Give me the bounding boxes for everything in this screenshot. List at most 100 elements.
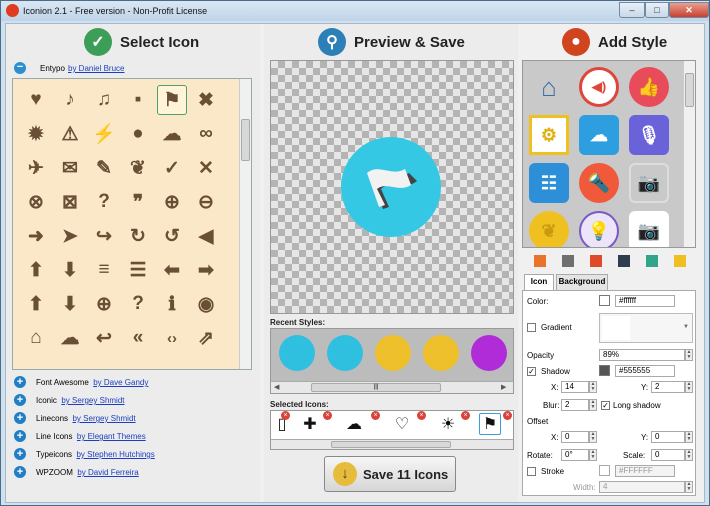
gradient-dropdown[interactable]: ▼ xyxy=(599,313,693,343)
icon-grid-scrollbar[interactable] xyxy=(239,79,251,369)
selected-cloud-icon[interactable]: ☁ xyxy=(343,413,365,435)
library-author-link[interactable]: by Elegant Themes xyxy=(77,432,146,441)
long-shadow-checkbox[interactable]: ✓ xyxy=(601,401,610,410)
expand-icon[interactable]: + xyxy=(14,466,26,478)
color-swatch[interactable] xyxy=(599,295,610,306)
recent-style-yellow-rss[interactable] xyxy=(375,335,411,371)
shadow-color-input[interactable]: #555555 xyxy=(615,365,675,377)
cloud-thunder-icon[interactable]: ☁ xyxy=(157,119,187,149)
navigate-icon[interactable]: ➤ xyxy=(55,221,85,251)
swatch-yellow[interactable] xyxy=(674,255,686,267)
add-user-icon[interactable]: ⊕ xyxy=(89,289,119,319)
library-author-link[interactable]: by Sergey Shmidt xyxy=(72,414,135,423)
selected-heart-icon[interactable]: ♡ xyxy=(391,413,413,435)
save-icons-button[interactable]: ↓ Save 11 Icons xyxy=(324,456,456,492)
cross-icon[interactable]: ✕ xyxy=(191,153,221,183)
grid-icon[interactable]: ▪ xyxy=(123,85,153,115)
arrow-right-icon[interactable]: ➡ xyxy=(191,255,221,285)
reply-icon[interactable]: ↩ xyxy=(89,323,119,353)
voicemail-icon[interactable]: ∞ xyxy=(191,119,221,149)
upload-cloud-icon[interactable]: ☁ xyxy=(55,323,85,353)
circled-plus-icon[interactable]: ⊕ xyxy=(157,187,187,217)
offset-x-spinner[interactable]: ▲ ▼ xyxy=(589,431,597,443)
scrollbar-thumb[interactable] xyxy=(331,441,451,448)
style-leaf[interactable]: ❦ xyxy=(529,211,569,247)
scrollbar-thumb[interactable] xyxy=(685,73,694,107)
scroll-right-arrow[interactable]: ▶ xyxy=(501,383,506,391)
style-camera-outline[interactable]: 📷 xyxy=(629,163,669,203)
eye-icon[interactable]: ◉ xyxy=(191,289,221,319)
recent-style-purple[interactable] xyxy=(471,335,507,371)
remove-icon[interactable]: × xyxy=(461,411,470,420)
help-icon[interactable]: ? xyxy=(89,187,119,217)
opacity-input[interactable]: 89% xyxy=(599,349,685,361)
mail-icon[interactable]: ✉ xyxy=(55,153,85,183)
color-input[interactable]: #ffffff xyxy=(615,295,675,307)
expand-icon[interactable]: + xyxy=(14,412,26,424)
shadow-x-input[interactable]: 14 xyxy=(561,381,589,393)
style-cloud[interactable]: ☁ xyxy=(579,115,619,155)
scroll-left-arrow[interactable]: ◀ xyxy=(274,383,279,391)
library-author-link[interactable]: by Sergey Shmidt xyxy=(61,396,124,405)
selected-plus-icon[interactable]: ✚ xyxy=(299,413,321,435)
export-icon[interactable]: ⇗ xyxy=(191,323,221,353)
stroke-width-spinner[interactable]: ▲ ▼ xyxy=(685,481,693,493)
feather-icon[interactable]: ❦ xyxy=(123,153,153,183)
library-author-link[interactable]: by Stephen Hutchings xyxy=(76,450,154,459)
library-author-link[interactable]: by Daniel Bruce xyxy=(68,64,124,73)
stroke-color-swatch[interactable] xyxy=(599,465,610,476)
recent-style-cyan-flag-2[interactable] xyxy=(327,335,363,371)
shadow-checkbox[interactable]: ✓ xyxy=(527,367,536,376)
reply-all-icon[interactable]: « xyxy=(123,323,153,353)
offset-x-input[interactable]: 0 xyxy=(561,431,589,443)
tab-background[interactable]: Background xyxy=(556,274,608,290)
remove-icon[interactable]: × xyxy=(323,411,332,420)
selected-flag-icon[interactable]: ⚑ xyxy=(479,413,501,435)
style-lightbulb[interactable]: 💡 xyxy=(579,211,619,247)
style-camera[interactable]: 📷 xyxy=(629,211,669,247)
add-to-list-icon[interactable]: ≡ xyxy=(89,255,119,285)
remove-icon[interactable]: × xyxy=(281,411,290,420)
collapse-icon[interactable]: − xyxy=(14,62,26,74)
flag-icon[interactable]: ⚑ xyxy=(157,85,187,115)
info-icon[interactable]: ℹ xyxy=(157,289,187,319)
gradient-checkbox[interactable] xyxy=(527,323,536,332)
squared-cross-icon[interactable]: ⊠ xyxy=(55,187,85,217)
code-icon[interactable]: ‹› xyxy=(157,323,187,353)
recent-style-yellow-screen[interactable] xyxy=(423,335,459,371)
circle-icon[interactable]: ● xyxy=(123,119,153,149)
music-notes-icon[interactable]: ♫ xyxy=(89,85,119,115)
library-author-link[interactable]: by Dave Gandy xyxy=(93,378,148,387)
circled-minus-icon[interactable]: ⊖ xyxy=(191,187,221,217)
style-thumbs-up[interactable]: 👍 xyxy=(629,67,669,107)
quote-icon[interactable]: ❞ xyxy=(123,187,153,217)
offset-y-spinner[interactable]: ▲ ▼ xyxy=(685,431,693,443)
remove-icon[interactable]: × xyxy=(417,411,426,420)
expand-icon[interactable]: + xyxy=(14,448,26,460)
style-home[interactable]: ⌂ xyxy=(529,67,569,107)
expand-icon[interactable]: + xyxy=(14,394,26,406)
back-icon[interactable]: ◀ xyxy=(191,221,221,251)
minimize-button[interactable]: – xyxy=(619,2,645,18)
entypo-library-row[interactable]: − Entypo by Daniel Bruce xyxy=(14,62,254,76)
shadow-y-spinner[interactable]: ▲ ▼ xyxy=(685,381,693,393)
swatch-navy[interactable] xyxy=(618,255,630,267)
lightning-icon[interactable]: ⚡ xyxy=(89,119,119,149)
shadow-color-swatch[interactable] xyxy=(599,365,610,376)
recent-style-cyan-flag[interactable] xyxy=(279,335,315,371)
selected-icons-scrollbar[interactable] xyxy=(271,439,513,449)
shadow-y-input[interactable]: 2 xyxy=(651,381,685,393)
expand-icon[interactable]: + xyxy=(14,376,26,388)
share-icon[interactable]: ↪ xyxy=(89,221,119,251)
blur-spinner[interactable]: ▲ ▼ xyxy=(589,399,597,411)
thick-down-icon[interactable]: ⬇ xyxy=(55,289,85,319)
pencil-icon[interactable]: ✎ xyxy=(89,153,119,183)
heart-icon[interactable]: ♥ xyxy=(21,85,51,115)
scrollbar-thumb[interactable] xyxy=(241,119,250,161)
circled-help-icon[interactable]: ? xyxy=(123,289,153,319)
style-address-book[interactable]: ☷ xyxy=(529,163,569,203)
scale-spinner[interactable]: ▲ ▼ xyxy=(685,449,693,461)
swatch-red[interactable] xyxy=(590,255,602,267)
check-icon[interactable]: ✓ xyxy=(157,153,187,183)
style-gallery-scrollbar[interactable] xyxy=(683,61,695,247)
